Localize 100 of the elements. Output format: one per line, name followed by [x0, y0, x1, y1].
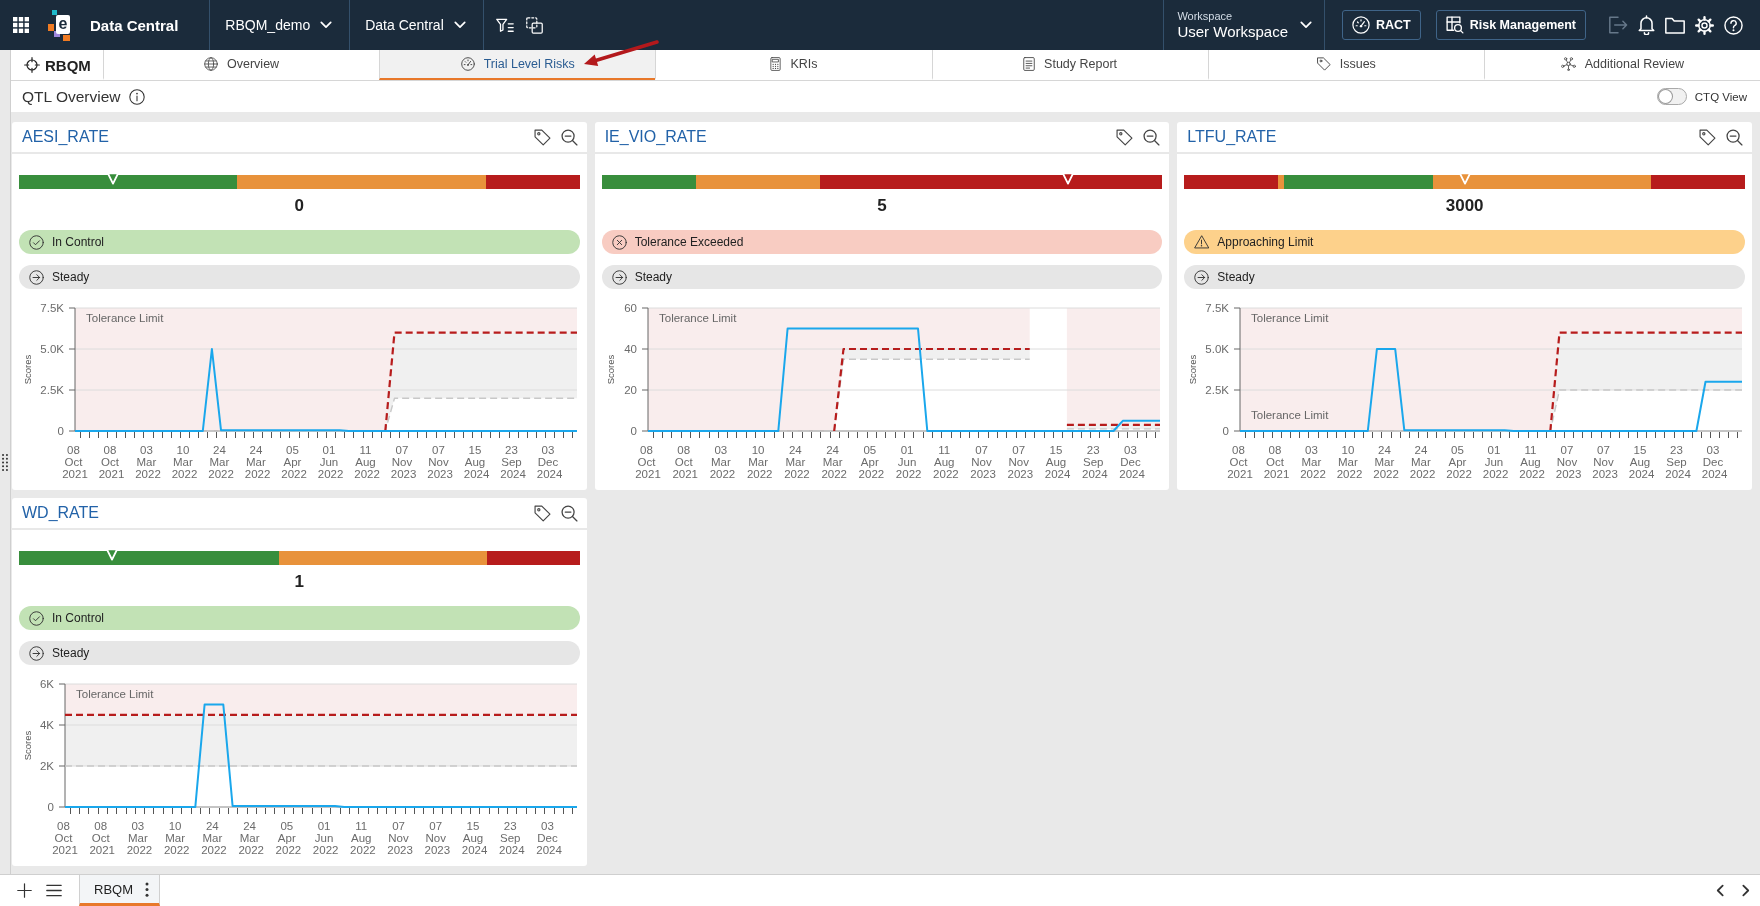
status-label: In Control [52, 611, 105, 625]
x-tick-label: 11 Aug 2022 [354, 444, 380, 481]
x-tick-label: 08 Oct 2021 [98, 444, 125, 481]
menu-icon[interactable] [46, 884, 62, 897]
x-tick-label: 11 Aug 2022 [1519, 444, 1546, 481]
x-tick-label: 11 Aug 2022 [932, 444, 959, 481]
ract-button[interactable]: RACT [1342, 10, 1421, 40]
x-tick-label: 24 Mar 2022 [238, 820, 264, 857]
gauge-value: 1 [293, 572, 306, 592]
chart-annotation: Tolerance Limit [658, 312, 736, 324]
x-tick-label: 08 Oct 2021 [634, 444, 661, 481]
sheet-tab[interactable]: RBQM [79, 875, 160, 906]
globe-icon [204, 57, 219, 71]
chevron-down-icon [320, 21, 333, 29]
tag-icon[interactable] [533, 128, 551, 146]
chevron-right-icon[interactable] [1742, 884, 1750, 897]
x-tick-label: 15 Aug 2024 [461, 820, 488, 857]
chevron-down-icon [1300, 21, 1312, 29]
y-tick-label: 7.5K [40, 302, 64, 314]
x-tick-label: 10 Mar 2022 [171, 444, 198, 481]
card-title: WD_RATE [22, 504, 101, 522]
x-tick-label: 15 Aug 2024 [1629, 444, 1655, 481]
tag-icon [1316, 57, 1331, 71]
x-tick-label: 15 Aug 2024 [1044, 444, 1071, 481]
zoom-out-icon[interactable] [560, 504, 578, 522]
chart-annotation: Tolerance Limit [1251, 409, 1329, 421]
risk-management-button[interactable]: Risk Management [1435, 10, 1586, 40]
x-tick-label: 08 Oct 2021 [1264, 444, 1290, 481]
x-tick-label: 15 Aug 2024 [463, 444, 490, 481]
zoom-out-icon[interactable] [560, 128, 578, 146]
y-tick-label: 2.5K [1205, 384, 1230, 396]
x-tick-label: 24 Mar 2022 [201, 820, 227, 857]
x-tick-label: 24 Mar 2022 [208, 444, 234, 481]
x-tick-label: 24 Mar 2022 [821, 444, 847, 481]
network-icon [1560, 57, 1576, 71]
select-icon[interactable] [525, 16, 543, 34]
chart-search-icon [1445, 16, 1464, 34]
tab[interactable]: KRIs [655, 50, 932, 80]
y-tick-label: 40 [623, 343, 637, 355]
y-tick-label: 2.5K [40, 384, 64, 396]
x-tick-label: 07 Nov 2023 [387, 820, 413, 857]
gauge-value: 3000 [1444, 196, 1485, 216]
x-tick-label: 08 Oct 2021 [62, 444, 88, 481]
arrow-right-circle-icon [29, 645, 44, 661]
x-tick-label: 08 Oct 2021 [1227, 444, 1254, 481]
info-icon[interactable] [129, 88, 146, 105]
chevron-down-icon [453, 21, 466, 29]
kebab-menu-icon[interactable] [145, 881, 149, 897]
zoom-out-icon[interactable] [1143, 128, 1161, 146]
x-tick-label: 07 Nov 2023 [390, 444, 417, 481]
x-tick-label: 24 Mar 2022 [1373, 444, 1400, 481]
x-tick-label: 03 Dec 2024 [536, 444, 563, 481]
chevron-left-icon[interactable] [1716, 884, 1724, 897]
x-tick-label: 08 Oct 2021 [52, 820, 78, 857]
x-tick-label: 23 Sep 2024 [500, 444, 526, 481]
apps-icon[interactable] [13, 17, 29, 33]
x-tick-label: 01 Jun 2022 [317, 444, 344, 481]
settings-icon[interactable] [1695, 15, 1714, 35]
tab[interactable]: Trial Level Risks [379, 50, 656, 80]
axis-title: Scores [22, 730, 34, 761]
axis-title: Scores [605, 354, 616, 385]
x-tick-label: 24 Mar 2022 [244, 444, 271, 481]
tab[interactable]: Issues [1207, 50, 1484, 80]
gauge-value: 5 [876, 196, 888, 216]
folder-icon[interactable] [1665, 16, 1685, 34]
x-tick-label: 01 Jun 2022 [312, 820, 339, 857]
add-icon[interactable] [17, 883, 32, 898]
check-circle-icon [29, 610, 44, 626]
tag-icon[interactable] [1116, 128, 1134, 146]
axis-title: Scores [1187, 354, 1199, 385]
x-circle-icon [611, 234, 627, 250]
trend-label: Steady [1217, 270, 1255, 284]
card-title: IE_VIO_RATE [604, 128, 708, 146]
bell-icon[interactable] [1638, 15, 1655, 35]
x-tick-label: 01 Jun 2022 [895, 444, 922, 481]
trend-label: Steady [634, 270, 672, 284]
trend-label: Steady [52, 270, 90, 284]
y-tick-label: 20 [623, 384, 637, 396]
chart-annotation: Tolerance Limit [86, 312, 164, 324]
zoom-out-icon[interactable] [1726, 128, 1743, 146]
document-icon [1023, 57, 1036, 71]
x-tick-label: 08 Oct 2021 [89, 820, 116, 857]
tab[interactable]: Additional Review [1483, 50, 1760, 80]
grip-handle-icon[interactable] [2, 453, 8, 471]
arrow-icon [583, 40, 659, 67]
help-icon[interactable] [1724, 15, 1743, 35]
tag-icon[interactable] [533, 504, 551, 522]
arrow-right-circle-icon [29, 269, 44, 285]
calculator-icon [770, 57, 782, 71]
filter-icon[interactable] [495, 17, 514, 33]
x-tick-label: 03 Dec 2024 [1702, 444, 1728, 481]
chart-annotation: Tolerance Limit [76, 688, 154, 701]
x-tick-label: 05 Apr 2022 [1446, 444, 1473, 481]
x-tick-label: 10 Mar 2022 [1337, 444, 1363, 481]
arrow-right-circle-icon [611, 269, 627, 285]
y-tick-label: 5.0K [1205, 343, 1230, 355]
x-tick-label: 11 Aug 2022 [350, 820, 376, 857]
x-tick-label: 23 Sep 2024 [499, 820, 525, 857]
tag-icon[interactable] [1699, 128, 1716, 146]
tab[interactable]: Study Report [931, 50, 1208, 80]
